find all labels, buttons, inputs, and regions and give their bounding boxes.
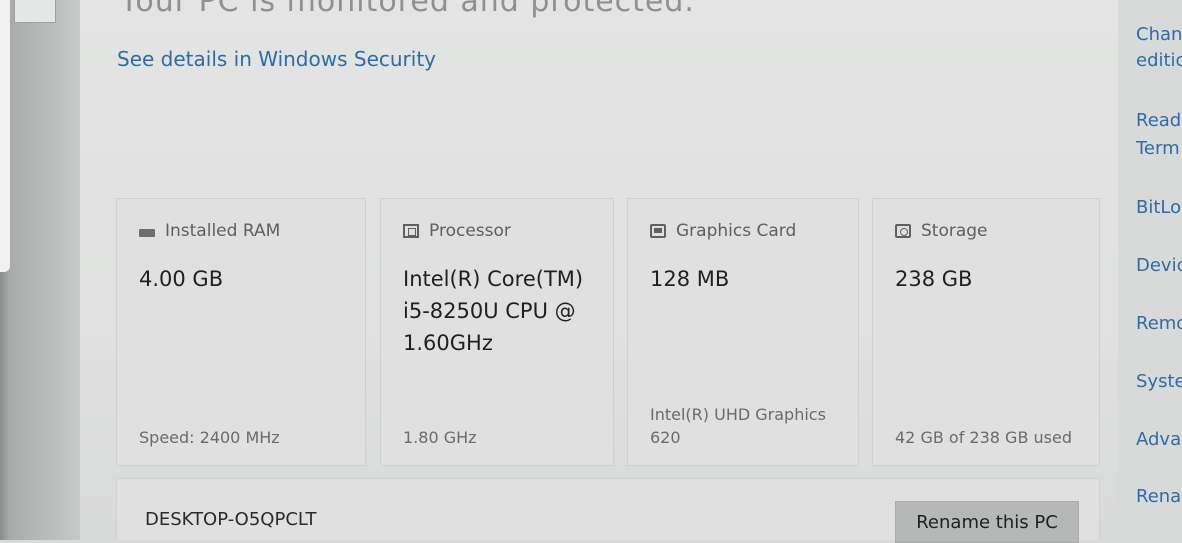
related-link-bitlocker[interactable]: BitLo <box>1136 195 1181 220</box>
graphics-card-icon <box>650 224 666 238</box>
spec-card-storage: Storage 238 GB 42 GB of 238 GB used <box>872 198 1100 466</box>
windows-security-link[interactable]: See details in Windows Security <box>117 47 436 71</box>
storage-icon <box>895 224 911 238</box>
spec-detail: Intel(R) UHD Graphics 620 <box>650 405 826 447</box>
spec-value: 128 MB <box>650 267 730 291</box>
ram-icon <box>139 228 155 237</box>
spec-detail: 1.80 GHz <box>403 428 477 447</box>
related-link-read-terms-line2[interactable]: Term <box>1136 136 1180 161</box>
related-link-remote-desktop[interactable]: Remo <box>1136 311 1182 336</box>
related-link-change-edition-line2[interactable]: editic <box>1136 48 1182 73</box>
spec-label: Graphics Card <box>676 221 797 241</box>
spec-detail: Speed: 2400 MHz <box>139 428 280 447</box>
related-link-rename-pc[interactable]: Renar <box>1136 484 1182 509</box>
processor-icon <box>403 224 419 238</box>
related-link-advanced-settings[interactable]: Advar <box>1136 427 1182 452</box>
related-link-change-edition[interactable]: Chan <box>1136 22 1182 47</box>
spec-value: 4.00 GB <box>139 267 224 291</box>
related-link-device-manager[interactable]: Devic <box>1136 253 1182 278</box>
security-status-text: Your PC is monitored and protected. <box>120 0 695 19</box>
rename-pc-button[interactable]: Rename this PC <box>895 501 1079 543</box>
related-links-column: Chan editic Read Term BitLo Devic Remo S… <box>1118 0 1182 540</box>
spec-card-ram: Installed RAM 4.00 GB Speed: 2400 MHz <box>116 198 366 466</box>
spec-label: Storage <box>921 221 988 241</box>
spec-detail: 42 GB of 238 GB used <box>895 428 1072 447</box>
spec-value: 238 GB <box>895 267 973 291</box>
related-link-system-protection[interactable]: Syste <box>1136 369 1182 394</box>
background-window-strip <box>0 0 80 540</box>
spec-label: Processor <box>429 221 511 241</box>
spec-value: Intel(R) Core(TM) i5-8250U CPU @ 1.60GHz <box>403 267 584 355</box>
device-name: DESKTOP-O5QPCLT <box>145 509 317 530</box>
spec-label: Installed RAM <box>165 221 281 241</box>
spec-card-processor: Processor Intel(R) Core(TM) i5-8250U CPU… <box>380 198 614 466</box>
device-name-row: DESKTOP-O5QPCLT Rename this PC <box>116 478 1100 543</box>
search-icon-button[interactable] <box>14 0 56 23</box>
related-link-read-terms[interactable]: Read <box>1136 108 1181 133</box>
left-panel-edge <box>0 0 10 272</box>
spec-card-graphics: Graphics Card 128 MB Intel(R) UHD Graphi… <box>627 198 859 466</box>
